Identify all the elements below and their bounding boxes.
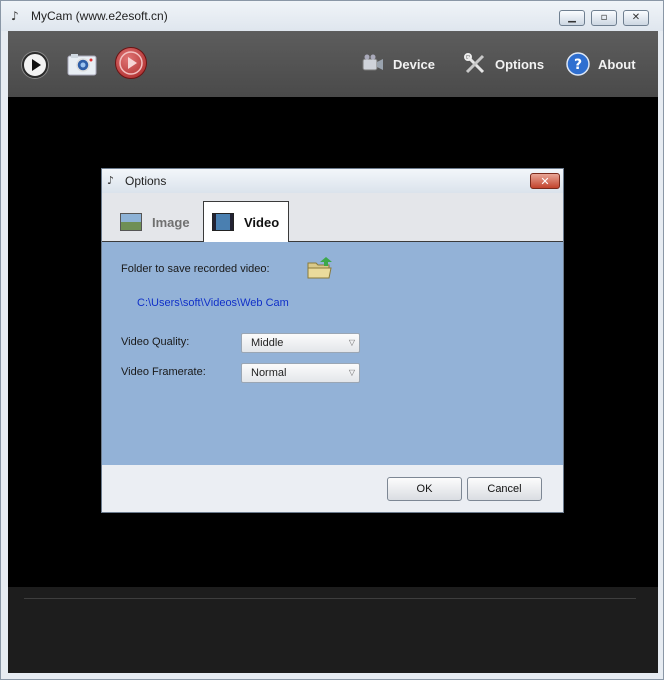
tools-icon: [464, 53, 485, 74]
close-button[interactable]: ✕: [623, 10, 649, 26]
title-bar[interactable]: ♪ MyCam (www.e2esoft.cn) ▁ ▫ ✕: [1, 1, 663, 31]
window-title: MyCam (www.e2esoft.cn): [31, 9, 168, 23]
quality-label: Video Quality:: [121, 336, 190, 348]
quality-select[interactable]: Middle ▽: [241, 333, 360, 353]
app-icon: ♪: [107, 174, 115, 187]
browse-folder-button[interactable]: [307, 256, 333, 280]
tab-bar: Image Video: [102, 193, 563, 242]
about-label: About: [598, 56, 636, 72]
svg-text:?: ?: [574, 57, 582, 73]
snapshot-button[interactable]: [67, 52, 97, 76]
status-bar: [8, 587, 658, 673]
film-icon: [212, 213, 234, 231]
options-dialog: ♪ Options ✕ Image Video Folder to save r…: [101, 168, 564, 513]
dialog-title-bar[interactable]: ♪ Options ✕: [102, 169, 563, 193]
options-button[interactable]: Options: [463, 51, 544, 77]
tab-video[interactable]: Video: [203, 201, 289, 242]
folder-icon: [307, 257, 332, 279]
dialog-close-button[interactable]: ✕: [530, 173, 560, 189]
device-label: Device: [393, 56, 435, 72]
maximize-button[interactable]: ▫: [591, 10, 617, 26]
camera-icon: [67, 54, 97, 76]
video-camera-icon: [362, 54, 383, 71]
framerate-select[interactable]: Normal ▽: [241, 363, 360, 383]
framerate-value: Normal: [251, 367, 287, 379]
help-icon: ?: [566, 52, 590, 76]
quality-value: Middle: [251, 337, 284, 349]
tab-video-label: Video: [244, 214, 280, 230]
chevron-down-icon: ▽: [348, 338, 355, 347]
progress-track[interactable]: [24, 598, 636, 599]
about-button[interactable]: ? About: [566, 51, 636, 77]
dialog-title: Options: [125, 174, 167, 188]
framerate-label: Video Framerate:: [121, 366, 206, 378]
dialog-footer: OK Cancel: [102, 465, 563, 512]
folder-path[interactable]: C:\Users\soft\Videos\Web Cam: [137, 297, 289, 309]
app-window: ♪ MyCam (www.e2esoft.cn) ▁ ▫ ✕ Device Op…: [0, 0, 664, 680]
video-settings-panel: Folder to save recorded video: C:\Users\…: [102, 242, 563, 465]
play-button[interactable]: [22, 52, 48, 78]
record-icon: [119, 51, 143, 75]
tab-image[interactable]: Image: [120, 202, 204, 242]
cancel-button[interactable]: Cancel: [467, 477, 542, 501]
app-icon: ♪: [11, 9, 19, 23]
device-button[interactable]: Device: [361, 51, 435, 77]
ok-button[interactable]: OK: [387, 477, 462, 501]
options-label: Options: [495, 56, 545, 72]
image-icon: [120, 213, 142, 231]
play-icon: [32, 59, 41, 71]
minimize-button[interactable]: ▁: [559, 10, 585, 26]
record-button[interactable]: [115, 47, 147, 79]
folder-label: Folder to save recorded video:: [121, 263, 270, 275]
tab-image-label: Image: [152, 214, 190, 230]
toolbar: Device Options ? About: [8, 31, 658, 97]
chevron-down-icon: ▽: [348, 368, 355, 377]
